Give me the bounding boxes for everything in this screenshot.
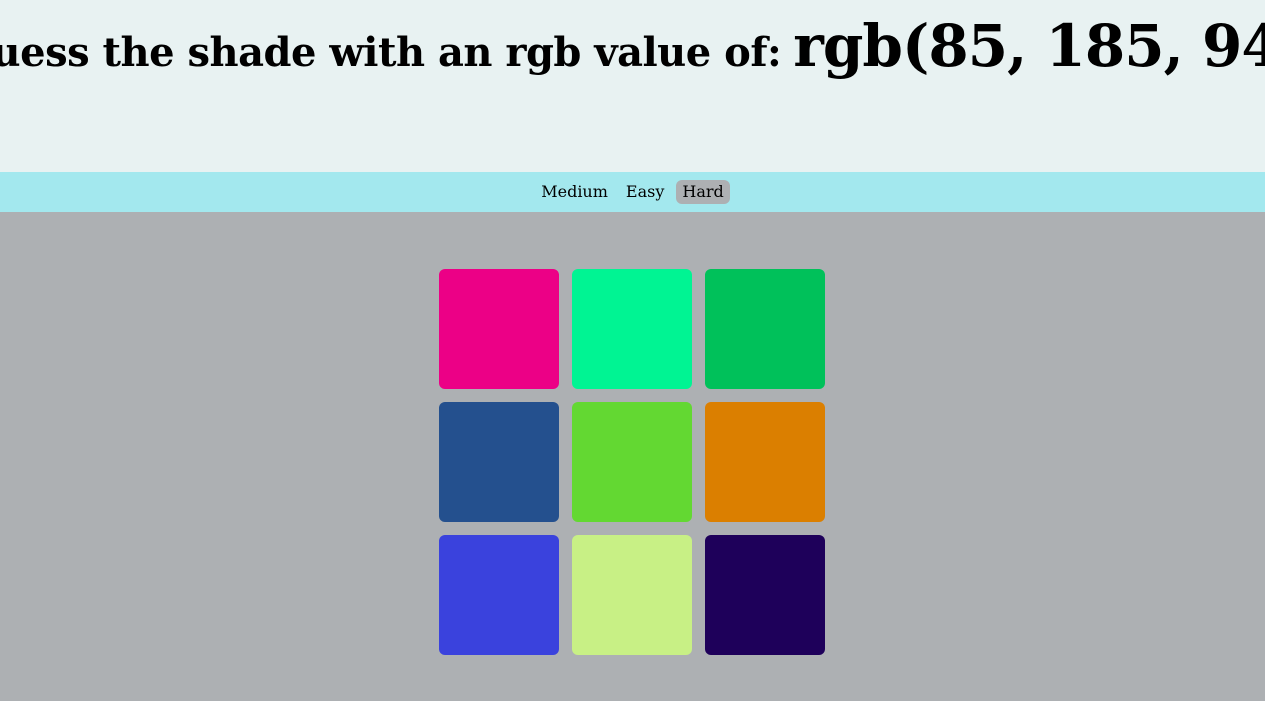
color-square[interactable] bbox=[439, 402, 559, 522]
color-square[interactable] bbox=[572, 269, 692, 389]
mode-button-easy[interactable]: Easy bbox=[620, 180, 670, 204]
color-square[interactable] bbox=[705, 269, 825, 389]
color-square[interactable] bbox=[439, 535, 559, 655]
difficulty-menu: Medium Easy Hard bbox=[0, 172, 1265, 212]
mode-button-hard[interactable]: Hard bbox=[676, 180, 730, 204]
target-rgb-value: rgb(85, 185, 94) bbox=[793, 12, 1265, 80]
color-square[interactable] bbox=[572, 402, 692, 522]
color-square[interactable] bbox=[705, 535, 825, 655]
color-board bbox=[439, 269, 825, 655]
color-square[interactable] bbox=[439, 269, 559, 389]
color-square[interactable] bbox=[705, 402, 825, 522]
page-title: Guess the shade with an rgb value of: rg… bbox=[0, 12, 1265, 80]
mode-button-medium[interactable]: Medium bbox=[535, 180, 614, 204]
title-prompt: Guess the shade with an rgb value of: bbox=[0, 29, 782, 76]
header: Guess the shade with an rgb value of: rg… bbox=[0, 0, 1265, 172]
color-square[interactable] bbox=[572, 535, 692, 655]
